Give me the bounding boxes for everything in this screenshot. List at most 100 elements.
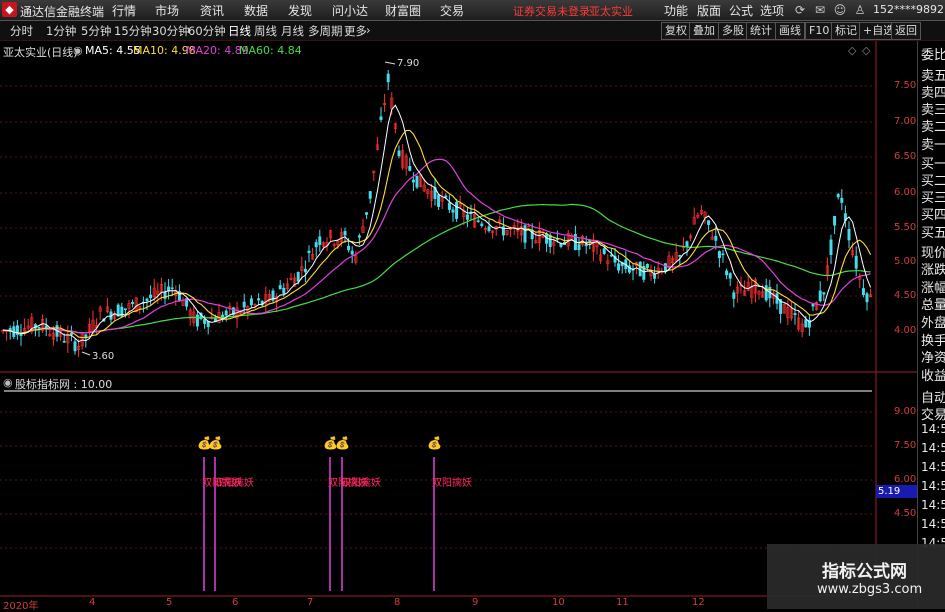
candle-body [73, 341, 77, 352]
candle-body [242, 301, 246, 308]
x-axis-label: 10 [552, 597, 565, 608]
candle-body [714, 235, 718, 241]
candle-body [123, 308, 127, 311]
candle-body [818, 290, 822, 302]
candle-body [465, 214, 469, 220]
trade-time: 14:56 [921, 498, 945, 512]
candle-body [732, 292, 736, 299]
candle-body [840, 197, 844, 203]
high-price-label: 7.90 [397, 58, 420, 69]
trade-time: 14:56 [921, 460, 945, 474]
trade-time: 14:56 [921, 479, 945, 493]
y-tick: 4.50 [894, 290, 917, 301]
candle-body [811, 304, 815, 307]
candle-body [836, 193, 840, 198]
x-axis-label: 6 [232, 597, 239, 608]
y-tick: 6.50 [894, 151, 917, 162]
candle-body [455, 201, 459, 219]
candle-body [347, 245, 351, 251]
candle-body [249, 298, 253, 306]
candle-body [861, 288, 865, 296]
candle-body [397, 150, 401, 157]
candle-body [577, 244, 581, 251]
y-tick: 7.50 [894, 80, 917, 91]
x-axis-label: 9 [472, 597, 479, 608]
candle-body [865, 293, 869, 303]
candle-body [37, 326, 41, 329]
candle-body [707, 220, 711, 225]
y-tick: 5.00 [894, 256, 917, 267]
money-bag-icon: 💰 [335, 436, 350, 450]
chart-canvas[interactable] [0, 0, 945, 609]
candle-body [278, 285, 282, 290]
signal-label: 双阳擒妖 [432, 478, 472, 489]
y-tick: 6.00 [894, 187, 917, 198]
watermark-url: www.zbgs3.com [817, 582, 923, 597]
indicator-settings-icon[interactable]: ◉ [3, 376, 13, 389]
indicator-y-tick: 4.50 [894, 508, 917, 519]
candle-body [548, 234, 552, 248]
candle-body [685, 241, 689, 247]
panel-item: 委比 [921, 48, 945, 63]
panel-item: 总量 [921, 298, 945, 313]
candle-body [663, 263, 667, 273]
candle-body [296, 271, 300, 282]
candle-body [368, 191, 372, 199]
candle-body [584, 243, 588, 247]
panel-item: 买四 [921, 208, 945, 223]
candle-body [303, 268, 307, 273]
candle-body [822, 292, 826, 295]
candle-body [847, 228, 851, 241]
candle-body [314, 242, 318, 248]
x-axis-label: 8 [394, 597, 401, 608]
candle-body [170, 287, 174, 290]
candle-body [206, 321, 210, 327]
candle-body [721, 253, 725, 256]
y-tick: 5.50 [894, 222, 917, 233]
candle-body [195, 314, 199, 327]
candle-body [645, 264, 649, 268]
indicator-title: 股标指标网 : 10.00 [15, 378, 113, 391]
candlestick-series [1, 70, 873, 358]
candle-body [357, 235, 361, 238]
candle-body [437, 194, 441, 207]
low-price-label: 3.60 [92, 351, 115, 362]
candle-body [487, 226, 491, 232]
candle-body [602, 248, 606, 254]
candle-body [343, 231, 347, 236]
x-axis-label: 11 [616, 597, 629, 608]
panel-item: 买五 [921, 226, 945, 241]
candle-body [617, 263, 621, 271]
candle-body [379, 116, 383, 120]
low-marker [81, 351, 91, 356]
panel-item: 外盘 [921, 316, 945, 331]
y-tick: 4.00 [894, 325, 917, 336]
trade-time: 14:56 [921, 517, 945, 531]
ma10-line [2, 129, 872, 339]
candle-body [764, 285, 768, 301]
ma20-line [2, 158, 871, 334]
candle-body [408, 166, 412, 171]
candle-body [725, 270, 729, 276]
candle-body [62, 340, 66, 343]
candle-body [411, 179, 415, 183]
y-tick: 7.00 [894, 116, 917, 127]
candle-body [447, 202, 451, 210]
trade-time: 14:56 [921, 441, 945, 455]
x-axis-label: 5 [166, 597, 173, 608]
ma60-line [2, 203, 871, 334]
x-axis-label: 4 [89, 597, 96, 608]
high-marker [384, 61, 396, 65]
indicator-y-tick: 7.50 [894, 440, 917, 451]
money-bag-icon: 💰 [208, 436, 223, 450]
candle-body [131, 302, 135, 304]
quote-side-panel: 委比 卖五 卖四 卖三 卖二 卖一 买一 买二 买三 买四 买五 现价 涨跌 涨… [917, 41, 945, 609]
candle-body [793, 313, 797, 315]
candle-body [804, 319, 808, 328]
candle-body [386, 73, 390, 83]
indicator-y-tick: 6.00 [894, 474, 917, 485]
candle-body [149, 294, 153, 299]
trade-tab[interactable]: 交易 [921, 404, 945, 423]
x-axis-label: 2020年 [3, 601, 39, 612]
panel-item: 卖一 [921, 138, 945, 153]
